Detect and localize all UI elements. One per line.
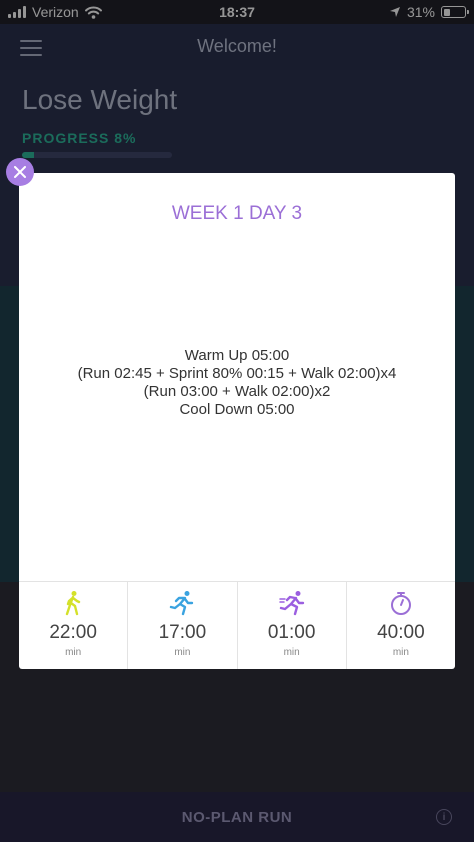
stat-unit: min (174, 647, 191, 658)
workout-line: Warm Up 05:00 (184, 347, 290, 364)
stat-value: 22:00 (49, 622, 97, 643)
stats-row: 22:00 min 17:00 min 01:00 min 40:00 min (19, 581, 455, 669)
stat-value: 01:00 (267, 622, 316, 643)
stat-run: 17:00 min (128, 582, 238, 669)
workout-line: Cool Down 05:00 (179, 401, 295, 418)
close-icon (14, 166, 26, 178)
close-button[interactable] (6, 158, 34, 186)
workout-description: Warm Up 05:00 (Run 02:45 + Sprint 80% 00… (29, 347, 445, 419)
stat-total: 40:00 min (347, 582, 455, 669)
workout-line: (Run 02:45 + Sprint 80% 00:15 + Walk 02:… (77, 365, 397, 382)
stat-sprint: 01:00 min (238, 582, 347, 669)
stat-unit: min (392, 647, 409, 658)
workout-line: (Run 03:00 + Walk 02:00)x2 (143, 383, 331, 400)
stat-walk: 22:00 min (19, 582, 129, 669)
stat-value: 17:00 (158, 622, 207, 643)
modal-title: WEEK 1 DAY 3 (171, 203, 303, 224)
stat-unit: min (65, 647, 82, 658)
workout-modal: WEEK 1 DAY 3 Warm Up 05:00 (Run 02:45 + … (19, 173, 455, 669)
sprint-icon (278, 591, 304, 616)
walk-icon (65, 591, 81, 616)
stopwatch-icon (390, 592, 411, 615)
run-icon (170, 591, 194, 616)
stat-value: 40:00 (377, 622, 425, 643)
stat-unit: min (283, 647, 300, 658)
